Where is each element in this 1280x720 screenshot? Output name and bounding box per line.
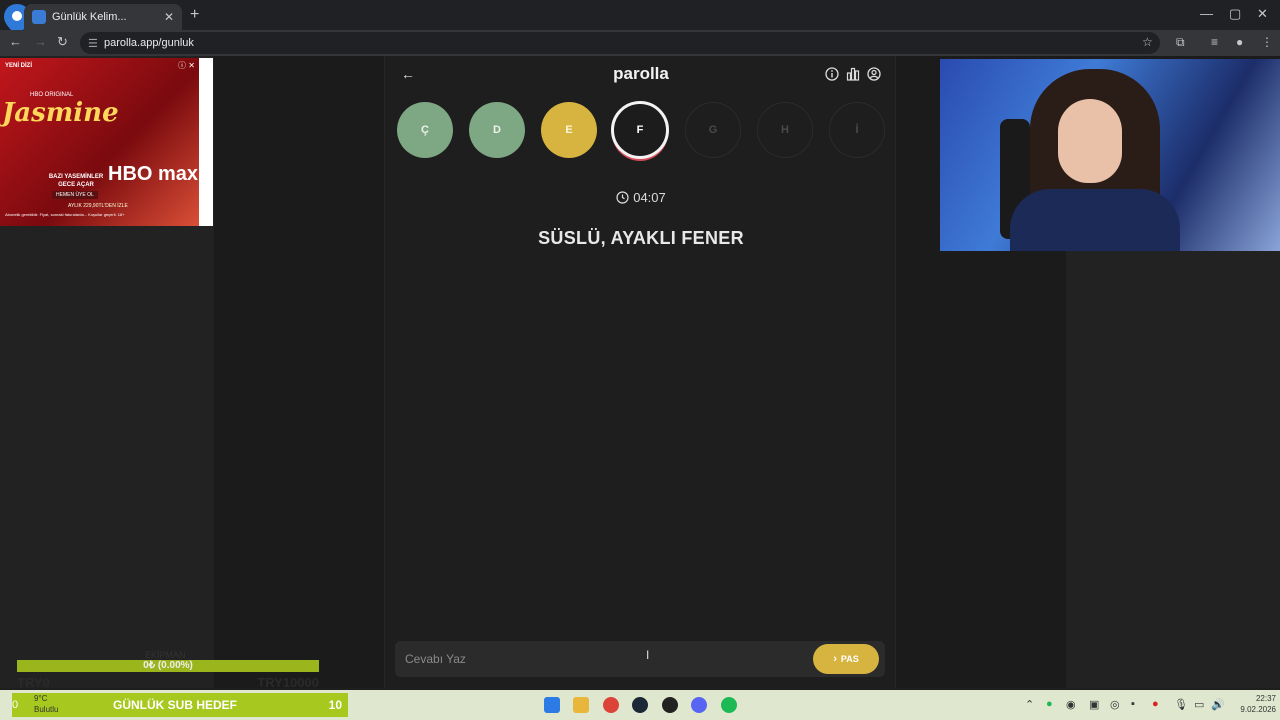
url-text: parolla.app/gunluk	[104, 37, 194, 49]
browser-tab[interactable]: Günlük Kelim... ✕	[24, 4, 182, 30]
ad-choices-icon[interactable]: ⓘ ✕	[178, 60, 195, 71]
tab-title: Günlük Kelim...	[52, 11, 127, 23]
spotify-icon[interactable]	[721, 697, 737, 713]
microphone-icon[interactable]: 🎙	[1174, 698, 1188, 711]
clock-time: 22:37	[1255, 694, 1276, 703]
file-explorer-icon[interactable]	[573, 697, 589, 713]
tray-github-icon[interactable]: ◎	[1110, 698, 1120, 711]
window-close-button[interactable]: ✕	[1257, 6, 1268, 22]
ad-title: Jasmine	[2, 98, 119, 128]
new-tab-icon[interactable]: +	[190, 6, 199, 24]
browser-toolbar: ← → ↻ ☰ parolla.app/gunluk ☆ ⧉ ≡ ● ⋮	[0, 30, 1280, 56]
ad-edge	[199, 58, 213, 226]
left-sidebar: YENİ DİZİ ⓘ ✕ HBO ORIGINAL Jasmine BAZI …	[0, 56, 214, 688]
weather-temperature: 9°C	[34, 694, 48, 703]
clue-text: SÜSLÜ, AYAKLI FENER	[538, 228, 744, 248]
tray-record-icon[interactable]: ●	[1152, 698, 1159, 710]
goal-progress-bar: 0₺ (0.00%)	[17, 660, 319, 672]
forward-nav-icon[interactable]: →	[34, 34, 47, 49]
tray-terminal-icon[interactable]: ▪	[1131, 698, 1135, 710]
donation-goal-overlay: EKİPMAN 0₺ (0.00%) TRY0 TRY10000	[17, 650, 319, 690]
tab-favicon-icon	[32, 10, 46, 24]
weather-widget[interactable]: 0 9°C Bulutlu	[6, 692, 106, 718]
tray-app-icon[interactable]: ▣	[1089, 698, 1099, 711]
right-sidebar	[1066, 251, 1280, 688]
ad-price: AYLIK 229,90TL'DEN İZLE	[68, 203, 128, 209]
ad-tag: YENİ DİZİ	[5, 63, 33, 69]
chrome-icon[interactable]	[603, 697, 619, 713]
pass-label: PAS	[840, 654, 859, 664]
tray-steam-icon[interactable]: ◉	[1066, 698, 1076, 711]
weather-count: 0	[12, 699, 19, 711]
letter-circle-f-active[interactable]: F	[611, 101, 669, 159]
clock-icon	[616, 191, 629, 204]
goal-current: TRY0	[17, 675, 50, 690]
site-info-icon[interactable]: ☰	[88, 37, 98, 50]
letter-circle-h[interactable]: H	[757, 102, 813, 158]
extensions-icon[interactable]: ⧉	[1176, 35, 1185, 50]
wifi-icon[interactable]: ▭	[1194, 698, 1204, 711]
letter-circle-e[interactable]: E	[541, 102, 597, 158]
answer-input[interactable]	[405, 650, 785, 668]
user-profile-icon[interactable]	[867, 67, 881, 81]
windows-start-icon[interactable]	[544, 697, 560, 713]
goal-label: EKİPMAN	[145, 650, 186, 660]
menu-kebab-icon[interactable]: ⋮	[1261, 35, 1273, 49]
stats-bar-chart-icon[interactable]	[846, 67, 860, 81]
back-nav-icon[interactable]: ←	[9, 34, 22, 49]
pass-button[interactable]: › PAS	[813, 644, 879, 674]
goal-target: TRY10000	[257, 675, 319, 690]
volume-icon[interactable]: 🔊	[1211, 698, 1225, 711]
media-control-icon[interactable]: ≡	[1211, 35, 1218, 49]
ad-cta[interactable]: HEMEN ÜYE OL	[52, 191, 98, 199]
streamer-webcam	[940, 59, 1280, 251]
address-bar[interactable]: ☰ parolla.app/gunluk	[80, 32, 1160, 54]
steam-icon[interactable]	[632, 697, 648, 713]
discord-icon[interactable]	[691, 697, 707, 713]
sub-goal-value: 10	[328, 698, 342, 712]
streamer-jersey	[1010, 189, 1180, 251]
maximize-button[interactable]: ▢	[1229, 6, 1241, 22]
letter-circle-g[interactable]: G	[685, 102, 741, 158]
reload-icon[interactable]: ↻	[57, 34, 68, 50]
windows-taskbar: GÜNLÜK SUB HEDEF 10 0 9°C Bulutlu ⌃ ● ◉ …	[0, 690, 1280, 720]
ad-brand-logo: HBO max	[108, 163, 199, 185]
timer-value: 04:07	[633, 190, 666, 205]
tray-spotify-icon[interactable]: ●	[1046, 698, 1053, 710]
answer-bar: › PAS	[395, 641, 885, 677]
page-content: YENİ DİZİ ⓘ ✕ HBO ORIGINAL Jasmine BAZI …	[0, 56, 1280, 688]
letter-track: Ç D E F G H İ	[397, 101, 887, 160]
system-clock[interactable]: 22:37 9.02.2026	[1230, 693, 1276, 715]
letter-circle-d[interactable]: D	[469, 102, 525, 158]
countdown-timer: 04:07	[385, 190, 897, 205]
streamer-face	[1058, 99, 1122, 183]
sub-goal-label: GÜNLÜK SUB HEDEF	[113, 698, 238, 712]
obs-icon[interactable]	[662, 697, 678, 713]
letter-circle-c-cedilla[interactable]: Ç	[397, 102, 453, 158]
ad-tagline: BAZI YASEMİNLER GECE AÇAR	[48, 174, 104, 188]
hbo-max-ad-banner[interactable]: YENİ DİZİ ⓘ ✕ HBO ORIGINAL Jasmine BAZI …	[0, 58, 213, 226]
text-cursor-icon: I	[646, 648, 650, 662]
minimize-button[interactable]: —	[1200, 6, 1213, 21]
bookmark-star-icon[interactable]: ☆	[1142, 35, 1153, 49]
browser-tab-strip: Günlük Kelim... ✕ + — ▢ ✕	[0, 0, 1280, 35]
tab-close-icon[interactable]: ✕	[164, 10, 174, 24]
ad-legal: Abonelik gereklidir. Fiyat, sonraki fatu…	[5, 212, 125, 217]
tray-chevron-up-icon[interactable]: ⌃	[1025, 698, 1034, 711]
profile-avatar-icon[interactable]: ●	[1236, 35, 1243, 49]
info-icon[interactable]	[825, 67, 839, 81]
chevron-right-icon: ›	[833, 653, 837, 665]
letter-circle-i-dotted[interactable]: İ	[829, 102, 885, 158]
clock-date: 9.02.2026	[1240, 705, 1276, 714]
app-title: parolla	[613, 64, 669, 83]
parolla-game-panel: ← parolla Ç D E F G H İ 04:07 SÜSLÜ, AYA…	[384, 56, 896, 688]
weather-condition: Bulutlu	[34, 705, 59, 714]
